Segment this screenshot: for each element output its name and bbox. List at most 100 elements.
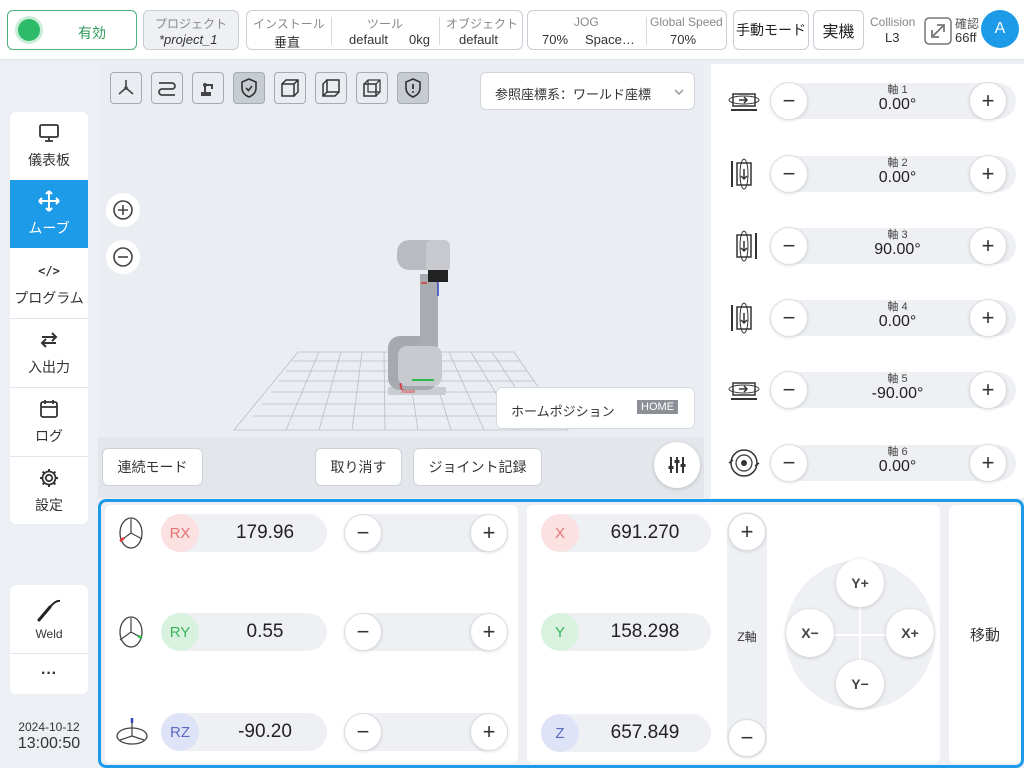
view-axes-tool[interactable]	[110, 72, 142, 104]
view-alert-tool[interactable]	[397, 72, 429, 104]
joint-control-panel: − + 軸 1 0.00° − + 軸 2 0.00° − + 軸 3 90.0…	[711, 64, 1024, 498]
object-label: オブジェクト	[446, 17, 519, 31]
continuous-mode-button[interactable]: 連続モード	[102, 448, 203, 486]
rx-minus-button[interactable]: −	[344, 514, 382, 552]
speed-box[interactable]: JOG 70% Space… Global Speed 70%	[527, 10, 727, 50]
y-badge: Y	[541, 613, 579, 651]
joint-2-value: 0.00°	[878, 169, 917, 186]
project-selector[interactable]: プロジェクト *project_1	[143, 10, 239, 50]
x-value: 691.270	[610, 522, 680, 543]
robot-arm	[388, 240, 450, 395]
shield-check-icon	[241, 78, 257, 98]
x-minus-button[interactable]: X−	[786, 609, 834, 657]
joint-row-3: − + 軸 3 90.00°	[711, 222, 1024, 270]
y-plus-button[interactable]: Y+	[836, 559, 884, 607]
3d-viewport[interactable]: 参照座標系：ワールド座標 Xbase ホームポジション HOME 連続モード 取…	[98, 64, 704, 498]
view-cube-side-tool[interactable]	[315, 72, 347, 104]
sidebar-item-label: 設定	[35, 497, 63, 513]
sidebar-item-dashboard[interactable]: 儀表板	[10, 112, 88, 180]
more-button[interactable]: ···	[10, 654, 88, 694]
joint-2-label: 軸 2	[887, 157, 908, 169]
weld-label: Weld	[35, 627, 63, 641]
rx-badge: RX	[161, 514, 199, 552]
joint-1-value: 0.00°	[878, 96, 917, 113]
ry-rotation-icon	[119, 616, 143, 648]
ry-badge: RY	[161, 613, 199, 651]
sidebar-item-move[interactable]: ムーブ	[10, 180, 88, 248]
status-indicator-icon	[18, 19, 40, 41]
install-tool-object-box[interactable]: インストール 垂直 ツール default 0kg オブジェクト default	[246, 10, 523, 50]
x-plus-button[interactable]: X+	[886, 609, 934, 657]
view-cube-front-tool[interactable]	[274, 72, 306, 104]
sidebar-item-log[interactable]: ログ	[10, 388, 88, 456]
manual-mode-button[interactable]: 手動モード	[733, 10, 809, 50]
project-label: プロジェクト	[155, 17, 228, 31]
sidebar-item-program[interactable]: </> プログラム	[10, 250, 88, 318]
zoom-out-button[interactable]	[106, 240, 140, 274]
sidebar-item-label: ログ	[35, 428, 63, 444]
joint-row-1: − + 軸 1 0.00°	[711, 77, 1024, 125]
tool-label: ツール	[367, 17, 404, 31]
space-value: Space…	[585, 32, 635, 47]
sidebar-item-label: 儀表板	[28, 152, 70, 168]
home-badge: HOME	[637, 400, 678, 414]
sidebar-item-label: 入出力	[28, 359, 70, 375]
z-value: 657.849	[610, 722, 680, 743]
enable-status-toggle[interactable]: 有効	[7, 10, 137, 50]
date-display: 2024-10-12	[18, 720, 80, 734]
cube-front-icon	[281, 79, 299, 97]
user-avatar[interactable]: A	[981, 10, 1019, 48]
home-position-button[interactable]: ホームポジション HOME	[496, 387, 695, 429]
z-axis-label: Z軸	[737, 630, 757, 644]
zoom-in-icon	[113, 200, 133, 220]
adjust-settings-button[interactable]	[654, 442, 700, 488]
move-button[interactable]: 移動	[949, 505, 1021, 763]
expand-icon[interactable]	[924, 17, 952, 45]
shield-alert-icon	[405, 78, 421, 98]
view-shield-tool[interactable]	[233, 72, 265, 104]
joint-record-button[interactable]: ジョイント記録	[413, 448, 542, 486]
monitor-icon	[38, 122, 60, 144]
undo-button[interactable]: 取り消す	[315, 448, 402, 486]
install-label: インストール	[253, 17, 325, 31]
time-display: 13:00:50	[17, 735, 81, 752]
sidebar-item-settings[interactable]: 設定	[10, 457, 88, 524]
move-label: 移動	[969, 626, 1000, 644]
sidebar-item-weld[interactable]: Weld	[10, 585, 88, 653]
rx-plus-button[interactable]: +	[470, 514, 508, 552]
ry-plus-button[interactable]: +	[470, 613, 508, 651]
joint-5-label: 軸 5	[887, 373, 908, 385]
tool-value: default	[349, 32, 389, 47]
cube-top-icon	[363, 79, 381, 97]
real-machine-button[interactable]: 実機	[813, 10, 864, 50]
view-path-tool[interactable]	[151, 72, 183, 104]
z-minus-button[interactable]: −	[728, 719, 766, 757]
reference-frame-value: 参照座標系：ワールド座標	[495, 87, 652, 102]
rx-value: 179.96	[235, 522, 295, 543]
zoom-in-button[interactable]	[106, 193, 140, 227]
y-minus-button[interactable]: Y−	[836, 660, 884, 708]
object-value: default	[459, 32, 499, 47]
ry-minus-button[interactable]: −	[344, 613, 382, 651]
confirm-value: 66ff	[955, 30, 977, 45]
rz-rotation-icon	[116, 718, 148, 745]
joint-row-6: − + 軸 6 0.00°	[711, 439, 1024, 487]
sidebar-item-io[interactable]: 入出力	[10, 319, 88, 387]
project-value: *project_1	[159, 32, 218, 47]
global-speed-value: 70%	[670, 32, 697, 47]
ry-value: 0.55	[246, 621, 284, 642]
sidebar-item-label: ムーブ	[28, 220, 70, 236]
tcp-control-panel: RX 179.96 − + RY 0.55 − + RZ -90.20 − + …	[98, 499, 1024, 768]
z-plus-button[interactable]: +	[728, 513, 766, 551]
rz-minus-button[interactable]: −	[344, 713, 382, 751]
move-arrows-icon	[37, 190, 61, 212]
axes-icon	[118, 80, 134, 95]
view-robot-tool[interactable]	[192, 72, 224, 104]
code-icon: </>	[38, 264, 60, 278]
z-badge: Z	[541, 714, 579, 752]
tool-weight: 0kg	[409, 32, 430, 47]
rz-plus-button[interactable]: +	[470, 713, 508, 751]
view-cube-top-tool[interactable]	[356, 72, 388, 104]
joint-1-label: 軸 1	[887, 84, 908, 96]
reference-frame-select[interactable]: 参照座標系：ワールド座標	[480, 72, 695, 110]
